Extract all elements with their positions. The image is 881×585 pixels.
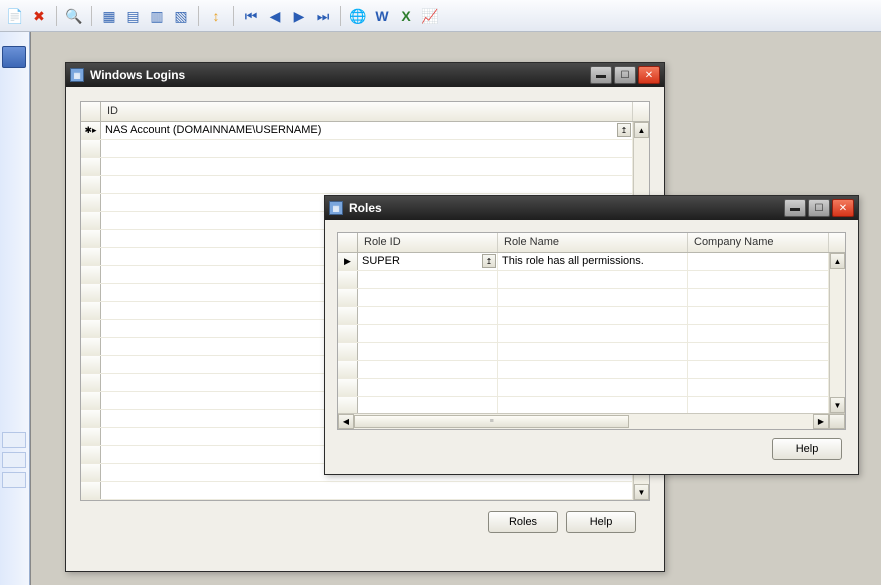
column-header-role-id[interactable]: Role ID <box>358 233 498 252</box>
cell-id[interactable]: NAS Account (DOMAINNAME\USERNAME) ↥ <box>101 122 633 139</box>
sidebar <box>0 32 30 585</box>
sidebar-item[interactable] <box>2 472 26 488</box>
new-icon[interactable]: 📄 <box>4 5 26 27</box>
horizontal-scrollbar[interactable]: ◀ ≡ ▶ <box>338 413 845 429</box>
minimize-button[interactable]: ▬ <box>590 66 612 84</box>
delete-icon[interactable]: ✖ <box>28 5 50 27</box>
help-button[interactable]: Help <box>566 511 636 533</box>
roles-grid: Role ID Role Name Company Name ▶ SUPER ↥… <box>337 232 846 430</box>
roles-button[interactable]: Roles <box>488 511 558 533</box>
window-title: Roles <box>349 201 784 215</box>
excel-icon[interactable]: X <box>395 5 417 27</box>
globe-icon[interactable]: 🌐 <box>347 5 369 27</box>
titlebar[interactable]: ▦ Roles ▬ ☐ ✕ <box>325 196 858 220</box>
toolbar: 📄 ✖ 🔍 ▦ ▤ ▥ ▧ ↕ ⏮ ◀ ▶ ⏭ 🌐 W X 📈 <box>0 0 881 32</box>
cell-role-id[interactable]: SUPER ↥ <box>358 253 498 270</box>
grid-view-4-icon[interactable]: ▧ <box>170 5 192 27</box>
help-button[interactable]: Help <box>772 438 842 460</box>
column-header-company-name[interactable]: Company Name <box>688 233 829 252</box>
scroll-right-icon[interactable]: ▶ <box>813 414 829 429</box>
column-header-role-name[interactable]: Role Name <box>498 233 688 252</box>
nav-prev-icon[interactable]: ◀ <box>264 5 286 27</box>
mdi-area: ▦ Windows Logins ▬ ☐ ✕ ID ✱▸ N <box>30 32 881 585</box>
find-icon[interactable]: 🔍 <box>63 5 85 27</box>
minimize-button[interactable]: ▬ <box>784 199 806 217</box>
scroll-left-icon[interactable]: ◀ <box>338 414 354 429</box>
column-header-id[interactable]: ID <box>101 102 633 121</box>
refresh-icon[interactable]: ↕ <box>205 5 227 27</box>
word-icon[interactable]: W <box>371 5 393 27</box>
nav-last-icon[interactable]: ⏭ <box>312 5 334 27</box>
titlebar[interactable]: ▦ Windows Logins ▬ ☐ ✕ <box>66 63 664 87</box>
roles-window: ▦ Roles ▬ ☐ ✕ Role ID Role Name Company … <box>324 195 859 475</box>
chart-icon[interactable]: 📈 <box>419 5 441 27</box>
scroll-up-icon[interactable]: ▲ <box>830 253 845 269</box>
vertical-scrollbar[interactable]: ▲ ▼ <box>829 253 845 413</box>
nav-first-icon[interactable]: ⏮ <box>240 5 262 27</box>
nav-next-icon[interactable]: ▶ <box>288 5 310 27</box>
sidebar-item[interactable] <box>2 452 26 468</box>
row-indicator-icon: ▶ <box>338 253 358 270</box>
row-indicator-icon: ✱▸ <box>81 122 101 139</box>
scroll-down-icon[interactable]: ▼ <box>634 484 649 500</box>
window-icon: ▦ <box>329 201 343 215</box>
cell-role-name[interactable]: This role has all permissions. <box>498 253 688 270</box>
window-icon: ▦ <box>70 68 84 82</box>
table-row[interactable]: ▶ SUPER ↥ This role has all permissions. <box>338 253 845 271</box>
sidebar-item[interactable] <box>2 432 26 448</box>
grid-view-1-icon[interactable]: ▦ <box>98 5 120 27</box>
close-button[interactable]: ✕ <box>832 199 854 217</box>
grid-view-3-icon[interactable]: ▥ <box>146 5 168 27</box>
close-button[interactable]: ✕ <box>638 66 660 84</box>
lookup-button[interactable]: ↥ <box>482 254 496 268</box>
window-title: Windows Logins <box>90 68 590 82</box>
maximize-button[interactable]: ☐ <box>614 66 636 84</box>
maximize-button[interactable]: ☐ <box>808 199 830 217</box>
scroll-down-icon[interactable]: ▼ <box>830 397 845 413</box>
lookup-button[interactable]: ↥ <box>617 123 631 137</box>
grid-view-2-icon[interactable]: ▤ <box>122 5 144 27</box>
scroll-up-icon[interactable]: ▲ <box>634 122 649 138</box>
sidebar-item-selected[interactable] <box>2 46 26 68</box>
cell-company-name[interactable] <box>688 253 829 270</box>
table-row[interactable]: ✱▸ NAS Account (DOMAINNAME\USERNAME) ↥ <box>81 122 649 140</box>
